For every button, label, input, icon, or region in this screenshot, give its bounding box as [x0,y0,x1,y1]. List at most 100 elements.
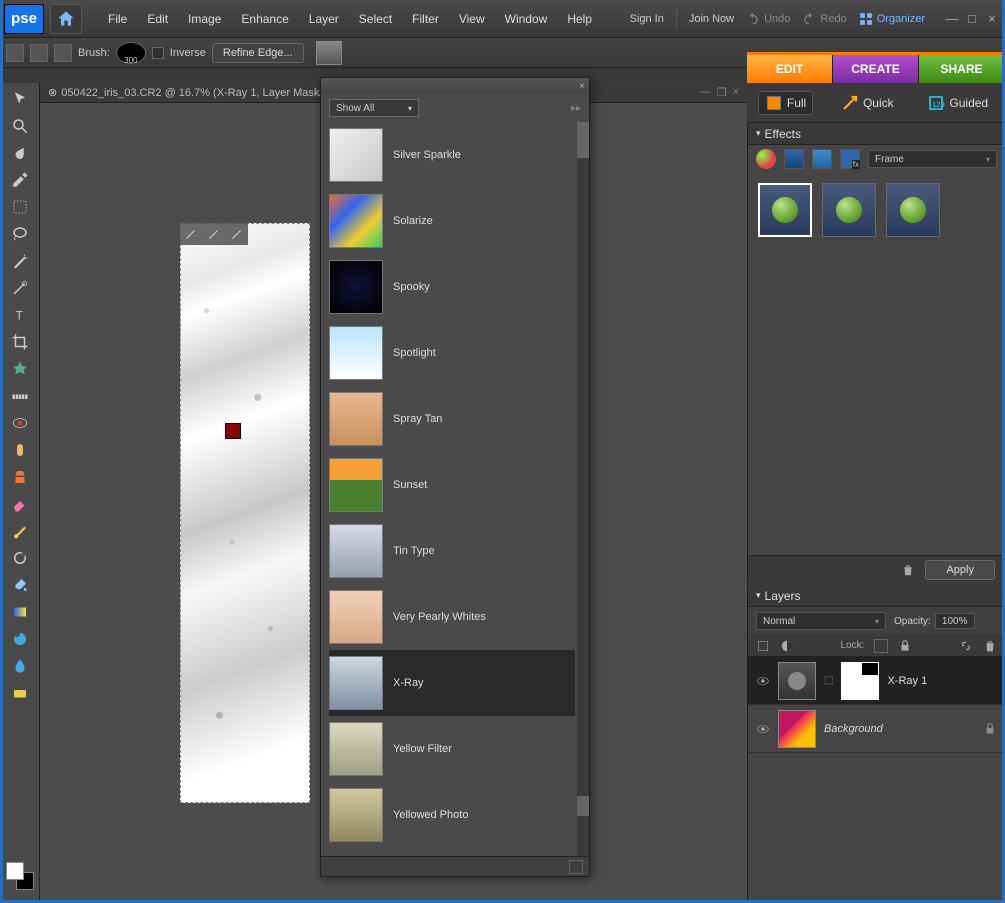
menu-select[interactable]: Select [349,8,402,30]
brush-mode-subtract-icon[interactable] [30,44,48,62]
menu-layer[interactable]: Layer [299,8,349,30]
undo-button[interactable]: Undo [746,12,790,26]
scrollbar[interactable] [577,122,589,856]
maximize-button[interactable]: □ [965,11,979,26]
move-tool[interactable] [6,87,34,111]
layer-thumbnail[interactable] [778,710,816,748]
delete-layer-icon[interactable] [983,639,997,653]
layer-thumbnail[interactable] [778,662,816,700]
join-now-link[interactable]: Join Now [689,13,734,25]
lock-transparent-icon[interactable] [874,639,888,653]
brush-icon[interactable] [184,227,198,241]
healing-brush-tool[interactable] [6,438,34,462]
subtab-full[interactable]: Full [758,91,813,115]
effect-item[interactable]: Silver Sparkle [329,122,575,188]
close-icon[interactable]: × [579,81,585,92]
sponge-tool[interactable] [6,681,34,705]
new-layer-icon[interactable] [756,639,770,653]
effect-item[interactable]: Solarize [329,188,575,254]
blend-mode-dropdown[interactable]: Normal [756,612,886,630]
organizer-button[interactable]: Organizer [859,12,925,26]
scrollbar-thumb[interactable] [577,122,589,158]
trash-icon[interactable] [901,563,915,577]
effect-thumb-3[interactable] [886,183,940,237]
menu-help[interactable]: Help [557,8,602,30]
foreground-color-swatch[interactable] [6,862,24,880]
menu-view[interactable]: View [449,8,495,30]
home-button[interactable] [50,4,82,34]
brush-icon[interactable] [230,227,244,241]
paint-bucket-tool[interactable] [6,573,34,597]
menu-file[interactable]: File [98,8,137,30]
eraser-tool[interactable] [6,492,34,516]
lasso-tool[interactable] [6,222,34,246]
doc-minimize-button[interactable]: — [700,86,711,99]
effects-panel-header[interactable]: Effects [748,123,1005,145]
mode-tab-share[interactable]: SHARE [919,55,1005,83]
brush-mode-add-icon[interactable] [6,44,24,62]
smart-brush-tool[interactable] [6,546,34,570]
zoom-tool[interactable] [6,114,34,138]
adjustment-layer-icon[interactable] [780,639,794,653]
layer-row-background[interactable]: Background [748,705,1005,753]
fx-category-layerstyles-icon[interactable] [784,149,804,169]
type-tool[interactable]: T [6,303,34,327]
cookie-cutter-tool[interactable] [6,357,34,381]
minimize-button[interactable]: — [945,11,959,26]
refine-edge-button[interactable]: Refine Edge... [212,43,304,63]
sign-in-link[interactable]: Sign In [630,13,664,25]
effect-item[interactable]: Yellowed Photo [329,782,575,848]
subtab-guided[interactable]: 123 Guided [921,92,994,114]
eyedropper-tool[interactable] [6,168,34,192]
shape-tool[interactable] [6,627,34,651]
effect-item[interactable]: Spray Tan [329,386,575,452]
effects-popup-header[interactable]: × [321,78,589,94]
scrollbar-thumb[interactable] [577,796,589,816]
brush-picker[interactable]: 300 [116,42,146,64]
blur-tool[interactable] [6,654,34,678]
effect-thumb-1[interactable] [758,183,812,237]
fx-category-photoeffects-icon[interactable] [812,149,832,169]
show-all-dropdown[interactable]: Show All [329,99,419,117]
options-thumbnail[interactable] [316,41,342,65]
redeye-tool[interactable] [6,411,34,435]
effect-item[interactable]: Spooky [329,254,575,320]
layer-row-xray[interactable]: ⬚ X-Ray 1 [748,657,1005,705]
layer-mask-thumbnail[interactable] [841,662,879,700]
magic-wand-tool[interactable] [6,249,34,273]
effect-thumb-2[interactable] [822,183,876,237]
opacity-value[interactable]: 100% [935,613,975,629]
brush-icon[interactable] [207,227,221,241]
effect-item[interactable]: Spotlight [329,320,575,386]
crop-tool[interactable] [6,330,34,354]
grid-view-icon[interactable] [569,860,583,874]
effect-item[interactable]: Tin Type [329,518,575,584]
visibility-icon[interactable] [756,674,770,688]
mode-tab-edit[interactable]: EDIT [747,55,833,83]
effect-item[interactable]: Sunset [329,452,575,518]
menu-enhance[interactable]: Enhance [231,8,298,30]
brush-tool[interactable] [6,519,34,543]
straighten-tool[interactable] [6,384,34,408]
menu-filter[interactable]: Filter [402,8,449,30]
fx-category-all-icon[interactable] [840,149,860,169]
effects-category-dropdown[interactable]: Frame [868,150,997,168]
clone-stamp-tool[interactable] [6,465,34,489]
close-button[interactable]: × [985,11,999,26]
hand-tool[interactable] [6,141,34,165]
visibility-icon[interactable] [756,722,770,736]
redo-button[interactable]: Redo [802,12,846,26]
effect-item[interactable]: X-Ray [329,650,575,716]
layers-panel-header[interactable]: Layers [748,585,1005,607]
marquee-tool[interactable] [6,195,34,219]
gradient-tool[interactable] [6,600,34,624]
expand-icon[interactable]: ▸▸ [571,103,581,114]
quick-selection-tool[interactable] [6,276,34,300]
mask-link-icon[interactable]: ⬚ [824,675,833,686]
fx-category-filters-icon[interactable] [756,149,776,169]
document-canvas[interactable] [180,223,310,803]
doc-close-button[interactable]: × [733,86,739,99]
effect-item[interactable]: Very Pearly Whites [329,584,575,650]
effect-item[interactable]: Yellow Filter [329,716,575,782]
inverse-checkbox[interactable] [152,47,164,59]
